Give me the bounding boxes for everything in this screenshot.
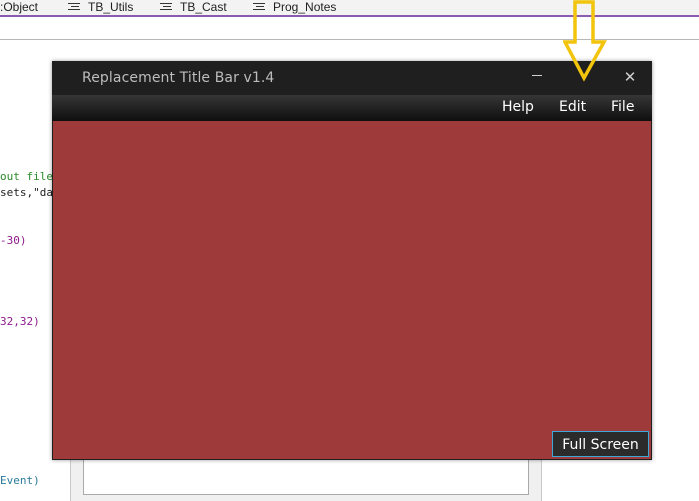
menu-item-file[interactable]: File: [611, 99, 634, 115]
background-dialog-field: [83, 457, 529, 495]
module-icon: [160, 2, 174, 11]
window-title: Replacement Title Bar v1.4: [82, 70, 275, 86]
code-fragment: -30): [0, 234, 27, 247]
ide-tab-label: TB_Utils: [88, 0, 134, 14]
close-icon: ✕: [623, 69, 637, 86]
menu-item-help[interactable]: Help: [502, 99, 534, 115]
app-window: Replacement Title Bar v1.4 ✕ Help Edit F…: [52, 61, 652, 460]
background-dialog: [70, 455, 542, 501]
module-icon: [253, 2, 267, 11]
down-arrow-icon: [563, 0, 607, 82]
code-fragment: 32,32): [0, 315, 40, 328]
menu-bar: Help Edit File: [52, 95, 652, 121]
content-area: [53, 121, 651, 459]
ide-tab-label: TB_Cast: [180, 0, 227, 14]
ide-tab-tb-utils[interactable]: TB_Utils: [68, 0, 133, 14]
ide-tab-prog-notes[interactable]: Prog_Notes: [253, 0, 336, 14]
full-screen-button[interactable]: Full Screen: [552, 431, 649, 457]
minimize-icon: [532, 74, 542, 76]
menu-item-edit[interactable]: Edit: [559, 99, 586, 115]
title-bar[interactable]: Replacement Title Bar v1.4 ✕: [52, 61, 652, 95]
ide-tab-object[interactable]: :Object: [0, 0, 38, 14]
ide-tab-label: Prog_Notes: [273, 0, 337, 14]
ide-tab-label: :Object: [0, 0, 39, 14]
code-fragment: sets,"da: [0, 186, 53, 199]
ide-tab-tb-cast[interactable]: TB_Cast: [160, 0, 227, 14]
code-fragment: out file: [0, 170, 53, 183]
code-fragment: Event): [0, 474, 40, 487]
module-icon: [68, 2, 82, 11]
close-button[interactable]: ✕: [619, 67, 641, 89]
minimize-button[interactable]: [526, 67, 548, 89]
